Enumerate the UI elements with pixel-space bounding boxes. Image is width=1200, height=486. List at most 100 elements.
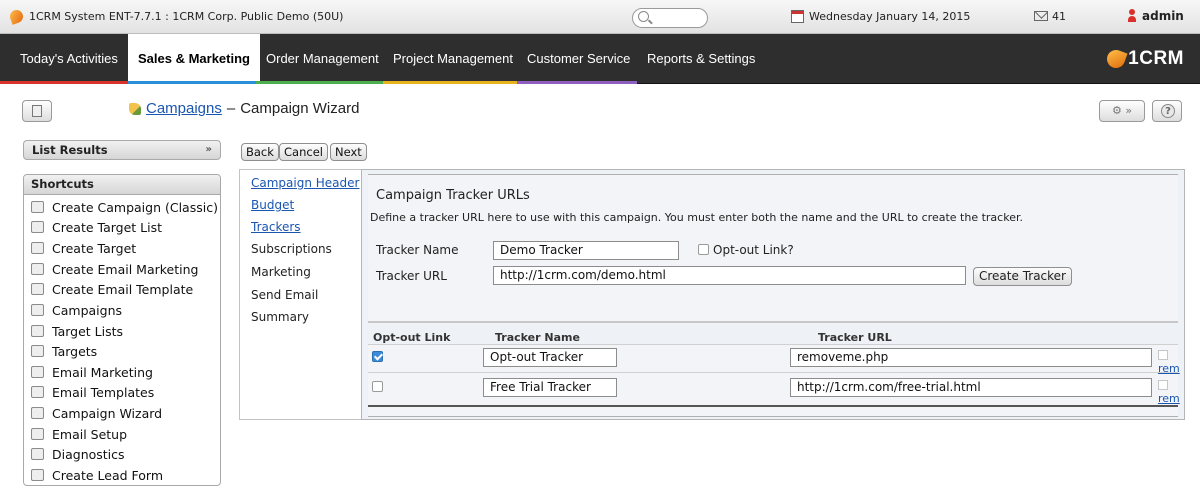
tracker-name-input[interactable]: Demo Tracker <box>493 241 679 260</box>
shortcut-create-email-marketing[interactable]: Create Email Marketing <box>31 259 198 279</box>
brand-name: 1CRM <box>1128 48 1184 69</box>
shortcut-diagnostics[interactable]: Diagnostics <box>31 444 125 464</box>
campaign-icon <box>129 102 141 115</box>
remove-link[interactable]: rem <box>1158 392 1180 405</box>
search-icon <box>638 11 649 22</box>
target-list-icon <box>31 221 44 233</box>
row-tracker-url-input[interactable]: removeme.php <box>790 348 1152 367</box>
shortcut-target-lists[interactable]: Target Lists <box>31 321 123 341</box>
row-divider <box>368 372 1178 373</box>
nav-stripe <box>517 81 637 84</box>
step-campaign-header[interactable]: Campaign Header <box>251 176 359 190</box>
shortcut-label: Create Target <box>52 240 137 256</box>
shortcut-targets[interactable]: Targets <box>31 341 97 361</box>
lead-form-icon <box>31 469 44 481</box>
step-trackers[interactable]: Trackers <box>251 220 301 234</box>
optout-checkbox[interactable] <box>698 244 709 255</box>
mail-icon[interactable] <box>1034 11 1048 21</box>
tracker-form: Campaign Tracker URLs Define a tracker U… <box>368 174 1180 417</box>
shortcut-email-templates[interactable]: Email Templates <box>31 382 154 402</box>
shortcut-create-target[interactable]: Create Target <box>31 238 136 258</box>
breadcrumb-campaigns-link[interactable]: Campaigns <box>146 100 222 117</box>
step-budget[interactable]: Budget <box>251 198 294 212</box>
column-tracker-name: Tracker Name <box>495 331 580 344</box>
user-icon[interactable] <box>1128 9 1136 23</box>
list-results-panel[interactable]: List Results » <box>23 140 221 160</box>
tab-customer-service[interactable]: Customer Service <box>517 34 640 84</box>
table-bottom-border <box>368 405 1178 407</box>
tab-todays-activities[interactable]: Today's Activities <box>10 34 128 84</box>
column-optout: Opt-out Link <box>373 331 451 344</box>
current-date[interactable]: Wednesday January 14, 2015 <box>809 10 970 23</box>
remove-link[interactable]: rem <box>1158 362 1180 375</box>
shortcuts-header: Shortcuts <box>24 175 220 195</box>
shortcut-create-target-list[interactable]: Create Target List <box>31 217 162 237</box>
shortcut-email-setup[interactable]: Email Setup <box>31 424 127 444</box>
email-setup-icon <box>31 428 44 440</box>
row-optout-checkbox[interactable] <box>372 351 383 362</box>
next-button[interactable]: Next <box>330 143 367 161</box>
page-title: Campaigns – Campaign Wizard <box>129 100 359 117</box>
section-title: Campaign Tracker URLs <box>376 188 530 203</box>
shortcut-label: Campaigns <box>52 302 123 318</box>
list-results-label: List Results <box>32 143 108 157</box>
chevron-down-icon[interactable]: » <box>206 141 212 159</box>
brand-logo[interactable]: 1CRM <box>1104 44 1184 74</box>
shortcut-campaigns[interactable]: Campaigns <box>31 300 122 320</box>
shortcut-create-email-template[interactable]: Create Email Template <box>31 279 193 299</box>
step-summary: Summary <box>251 310 309 324</box>
shortcut-label: Diagnostics <box>52 446 125 462</box>
shortcut-label: Create Email Marketing <box>52 261 199 277</box>
email-template-icon <box>31 386 44 398</box>
toggle-sidebar-button[interactable] <box>22 100 52 122</box>
tracker-url-input[interactable]: http://1crm.com/demo.html <box>493 266 966 285</box>
row-tracker-url-input[interactable]: http://1crm.com/free-trial.html <box>790 378 1152 397</box>
campaign-icon <box>31 304 44 316</box>
main-nav: Today's Activities Sales & Marketing Ord… <box>0 34 1200 84</box>
email-marketing-icon <box>31 366 44 378</box>
help-icon: ? <box>1161 104 1175 118</box>
row-optout-checkbox[interactable] <box>372 381 383 392</box>
step-subscriptions: Subscriptions <box>251 242 332 256</box>
back-button[interactable]: Back <box>241 143 279 161</box>
shortcut-label: Create Campaign (Classic) <box>52 199 218 215</box>
step-send-email: Send Email <box>251 288 319 302</box>
row-tracker-name-input[interactable]: Free Trial Tracker <box>483 378 617 397</box>
step-marketing: Marketing <box>251 265 311 279</box>
tab-reports-settings[interactable]: Reports & Settings <box>637 34 765 84</box>
calendar-icon[interactable] <box>791 10 804 23</box>
target-list-icon <box>31 325 44 337</box>
shortcut-create-lead-form[interactable]: Create Lead Form <box>31 465 163 485</box>
global-search-input[interactable] <box>632 8 708 28</box>
gear-icon: ⚙ <box>1111 104 1122 117</box>
create-tracker-button[interactable]: Create Tracker <box>973 267 1072 286</box>
row-tracker-name-input[interactable]: Opt-out Tracker <box>483 348 617 367</box>
shortcut-campaign-wizard[interactable]: Campaign Wizard <box>31 403 162 423</box>
nav-stripe <box>128 81 256 84</box>
nav-stripe <box>0 81 128 84</box>
tracker-url-label: Tracker URL <box>376 269 447 283</box>
app-logo-icon <box>8 8 25 25</box>
tab-project-management[interactable]: Project Management <box>383 34 523 84</box>
user-menu[interactable]: admin <box>1142 9 1184 23</box>
tab-sales-marketing[interactable]: Sales & Marketing <box>128 34 260 84</box>
help-button[interactable]: ? <box>1152 100 1182 122</box>
row-select-checkbox[interactable] <box>1158 380 1168 390</box>
row-select-checkbox[interactable] <box>1158 350 1168 360</box>
nav-stripe <box>383 81 517 84</box>
shortcut-label: Email Marketing <box>52 364 153 380</box>
settings-menu-button[interactable]: ⚙ » <box>1099 100 1145 122</box>
section-description: Define a tracker URL here to use with th… <box>370 211 1023 224</box>
tab-order-management[interactable]: Order Management <box>256 34 389 84</box>
target-icon <box>31 242 44 254</box>
shortcut-label: Target Lists <box>52 323 124 339</box>
page-title-text: Campaign Wizard <box>240 100 360 117</box>
shortcut-create-campaign-classic[interactable]: Create Campaign (Classic) <box>31 197 218 217</box>
mail-count[interactable]: 41 <box>1052 10 1066 23</box>
system-bar: 1CRM System ENT-7.7.1 : 1CRM Corp. Publi… <box>0 0 1200 34</box>
shortcut-email-marketing[interactable]: Email Marketing <box>31 362 153 382</box>
wizard-steps: Campaign Header Budget Trackers Subscrip… <box>239 169 362 420</box>
cancel-button[interactable]: Cancel <box>279 143 328 161</box>
shortcut-label: Email Setup <box>52 426 128 442</box>
campaign-icon <box>31 407 44 419</box>
